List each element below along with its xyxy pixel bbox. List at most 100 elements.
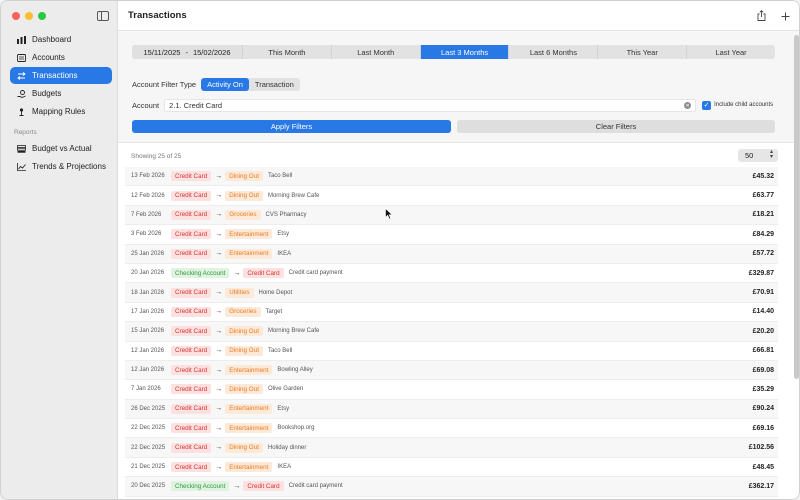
transaction-amount: £102.56 [748, 444, 774, 452]
table-row[interactable]: 22 Dec 2025 Credit Card → Entertainment Book… [125, 419, 778, 439]
to-account-tag[interactable]: Entertainment [225, 248, 273, 259]
table-row[interactable]: 12 Feb 2026 Credit Card → Dining Out Morning… [125, 186, 778, 206]
to-account-tag[interactable]: Entertainment [225, 462, 273, 473]
minimize-window-button[interactable] [25, 12, 33, 20]
close-window-button[interactable] [12, 12, 20, 20]
preset-last-6-months[interactable]: Last 6 Months [509, 45, 599, 59]
preset-last-3-months[interactable]: Last 3 Months [420, 45, 510, 59]
from-account-tag[interactable]: Checking Account [171, 268, 230, 279]
to-account-tag[interactable]: Credit Card [243, 268, 284, 279]
from-account-tag[interactable]: Credit Card [171, 403, 212, 414]
to-account-tag[interactable]: Utilities [225, 287, 254, 298]
transaction-date: 12 Jan 2026 [131, 367, 165, 374]
from-account-tag[interactable]: Credit Card [171, 190, 212, 201]
table-row[interactable]: 12 Jan 2026 Credit Card → Dining Out Taco Be… [125, 341, 778, 361]
transaction-amount: £35.29 [752, 385, 774, 393]
scrollbar[interactable] [794, 35, 799, 379]
share-button[interactable] [751, 7, 771, 25]
from-account-tag[interactable]: Credit Card [171, 384, 212, 395]
filter-type-activity-on[interactable]: Activity On [201, 78, 249, 91]
clear-filters-button[interactable]: Clear Filters [457, 120, 775, 133]
page-size-select[interactable]: 50 ▴ ▾ [738, 149, 778, 162]
table-row[interactable]: 15 Jan 2026 Credit Card → Dining Out Morning… [125, 322, 778, 342]
to-account-tag[interactable]: Credit Card [243, 481, 284, 492]
from-account-tag[interactable]: Checking Account [171, 481, 230, 492]
transaction-date: 26 Dec 2025 [131, 405, 166, 412]
to-account-tag[interactable]: Dining Out [225, 326, 263, 337]
to-account-tag[interactable]: Dining Out [225, 384, 263, 395]
sidebar-item-label: Budgets [32, 89, 62, 98]
transaction-amount: £70.91 [752, 289, 774, 297]
sidebar-item-budgets[interactable]: Budgets [10, 85, 112, 102]
sidebar-item-dashboard[interactable]: Dashboard [10, 31, 112, 48]
preset-this-month[interactable]: This Month [243, 45, 332, 59]
to-account-tag[interactable]: Entertainment [225, 365, 273, 376]
to-account-tag[interactable]: Dining Out [225, 442, 263, 453]
transaction-description: IKEA [277, 464, 292, 471]
to-account-tag[interactable]: Dining Out [225, 171, 263, 182]
from-account-tag[interactable]: Credit Card [171, 287, 212, 298]
table-row[interactable]: 3 Feb 2026 Credit Card → Entertainment Etsy £… [125, 225, 778, 245]
sidebar-item-budget-vs-actual[interactable]: Budget vs Actual [10, 140, 112, 157]
table-row[interactable]: 18 Jan 2026 Credit Card → Utilities Home Dep… [125, 283, 778, 303]
from-account-tag[interactable]: Credit Card [171, 209, 212, 220]
to-account-tag[interactable]: Dining Out [225, 345, 263, 356]
transaction-description: Taco Bell [267, 173, 293, 180]
from-account-tag[interactable]: Credit Card [171, 171, 212, 182]
table-row[interactable]: 20 Jan 2026 Checking Account → Credit Card C… [125, 263, 778, 284]
to-account-tag[interactable]: Groceries [225, 306, 261, 317]
preset-last-year[interactable]: Last Year [687, 45, 775, 59]
zoom-window-button[interactable] [38, 12, 46, 20]
account-field[interactable]: 2.1. Credit Card ✕ [164, 98, 697, 112]
from-account-tag[interactable]: Credit Card [171, 345, 212, 356]
preset-last-month[interactable]: Last Month [332, 45, 421, 59]
to-account-tag[interactable]: Dining Out [225, 190, 263, 201]
table-row[interactable]: 26 Dec 2025 Credit Card → Entertainment Etsy… [125, 399, 778, 420]
sidebar-item-transactions[interactable]: Transactions [10, 67, 112, 84]
clear-icon[interactable]: ✕ [684, 102, 692, 109]
arrow-right-icon: → [215, 327, 223, 335]
from-account-tag[interactable]: Credit Card [171, 326, 212, 337]
sidebar-item-mapping-rules[interactable]: Mapping Rules [10, 103, 112, 120]
date-separator: - [185, 47, 188, 57]
include-child-accounts-checkbox[interactable]: ✓ Include child accounts [702, 100, 773, 110]
from-account-tag[interactable]: Credit Card [171, 442, 212, 453]
table-row[interactable]: 7 Jan 2026 Credit Card → Dining Out Olive Ga… [125, 380, 778, 400]
table-row[interactable]: 17 Jan 2026 Credit Card → Groceries Target £1… [125, 302, 778, 323]
table-row[interactable]: 13 Feb 2026 Credit Card → Dining Out Taco Be… [125, 167, 778, 187]
table-row[interactable]: 21 Dec 2025 Credit Card → Entertainment IKEA… [125, 457, 778, 478]
table-row[interactable]: 20 Dec 2025 Checking Account → Credit Card C… [125, 477, 778, 497]
to-account-tag[interactable]: Entertainment [225, 229, 273, 240]
transaction-amount: £329.87 [748, 269, 774, 277]
transaction-description: Morning Brew Cafe [267, 192, 320, 199]
from-account-tag[interactable]: Credit Card [171, 365, 212, 376]
table-row[interactable]: 25 Jan 2026 Credit Card → Entertainment IKEA… [125, 244, 778, 264]
transaction-amount: £69.16 [752, 424, 774, 432]
sidebar-toggle-icon[interactable] [97, 11, 109, 21]
table-row[interactable]: 12 Jan 2026 Credit Card → Entertainment Bowl… [125, 360, 778, 381]
add-transaction-button[interactable] [775, 7, 795, 25]
arrow-right-icon: → [215, 405, 223, 413]
from-account-tag[interactable]: Credit Card [171, 248, 212, 259]
from-account-tag[interactable]: Credit Card [171, 462, 212, 473]
to-account-tag[interactable]: Entertainment [225, 403, 273, 414]
from-account-tag[interactable]: Credit Card [171, 306, 212, 317]
date-range-picker[interactable]: 15/11/2025 - 15/02/2026 [132, 45, 243, 59]
filter-type-transaction[interactable]: Transaction [249, 78, 300, 91]
sidebar-item-accounts[interactable]: Accounts [10, 49, 112, 66]
from-account-tag[interactable]: Credit Card [171, 423, 212, 434]
apply-filters-button[interactable]: Apply Filters [132, 120, 451, 133]
to-account-tag[interactable]: Entertainment [225, 423, 273, 434]
to-account-tag[interactable]: Groceries [225, 209, 261, 220]
table-row[interactable]: 22 Dec 2025 Credit Card → Dining Out Holiday… [125, 438, 778, 458]
date-from[interactable]: 15/11/2025 [143, 48, 180, 57]
date-to[interactable]: 15/02/2026 [193, 48, 231, 57]
account-value: 2.1. Credit Card [169, 100, 223, 110]
sidebar-item-trends-projections[interactable]: Trends & Projections [10, 158, 112, 175]
preset-this-year[interactable]: This Year [598, 45, 688, 59]
transaction-amount: £57.72 [752, 250, 774, 258]
from-account-tag[interactable]: Credit Card [171, 229, 212, 240]
table-row[interactable]: 7 Feb 2026 Credit Card → Groceries CVS Pharm… [125, 205, 778, 226]
checkmark-icon[interactable]: ✓ [702, 100, 712, 110]
sidebar-item-label: Transactions [32, 71, 78, 80]
